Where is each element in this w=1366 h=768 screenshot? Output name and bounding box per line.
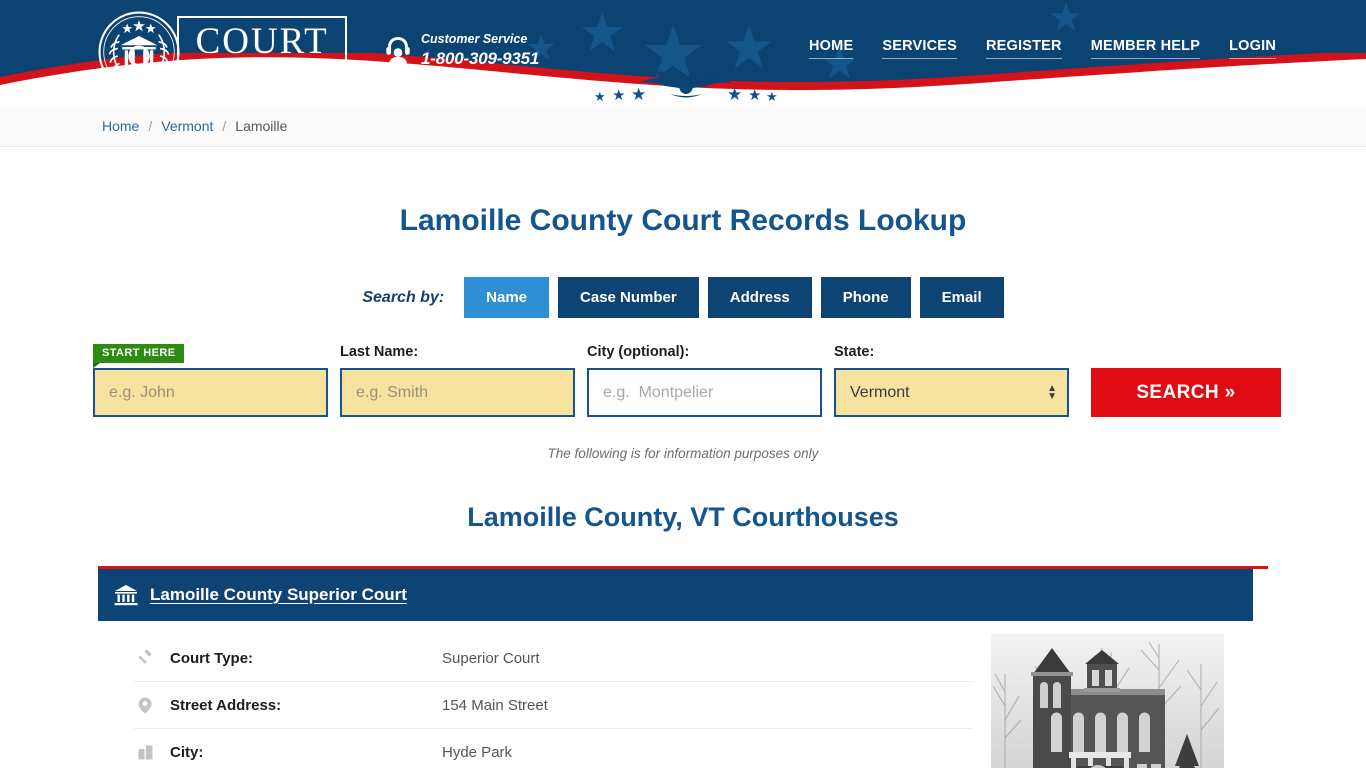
info-note: The following is for information purpose… [547, 446, 819, 461]
tab-case-number[interactable]: Case Number [558, 277, 699, 318]
breadcrumb: Home / Vermont / Lamoille [0, 105, 1366, 147]
tab-name[interactable]: Name [464, 277, 550, 318]
start-here-badge: START HERE [93, 344, 185, 368]
logo-text: COURT CASE FINDER [177, 16, 348, 88]
customer-service-block[interactable]: Customer Service 1-800-309-9351 [385, 32, 539, 69]
svg-text:★: ★ [748, 86, 761, 104]
nav-item-services[interactable]: SERVICES [882, 38, 957, 59]
breadcrumb-item-lamoille: Lamoille [235, 117, 288, 134]
detail-row: Street Address: 154 Main Street [134, 682, 973, 729]
tab-phone[interactable]: Phone [820, 277, 911, 318]
state-select-wrap: Vermont ▲ ▼ [834, 368, 1069, 417]
court-name-link[interactable]: Lamoille County Superior Court [150, 585, 407, 605]
search-by-label: Search by: [362, 288, 445, 306]
search-button[interactable]: SEARCH » [1091, 368, 1281, 417]
customer-service-label: Customer Service [421, 32, 528, 46]
city-icon [134, 745, 156, 760]
detail-key: City: [170, 743, 204, 761]
detail-key: Street Address: [170, 696, 282, 714]
court-card-body: Court Type: Superior Court Street Addres… [98, 621, 1268, 768]
state-field-group: State: Vermont ▲ ▼ [834, 344, 1069, 417]
detail-value: 154 Main Street [442, 696, 548, 714]
breadcrumb-item-home[interactable]: Home [102, 118, 139, 134]
logo-main-text: COURT [195, 21, 329, 63]
detail-value: Superior Court [442, 649, 540, 667]
svg-text:★: ★ [631, 85, 646, 105]
city-input[interactable] [587, 368, 822, 417]
site-header: ★ ★ ★ ★ ★ ★ ★ ★ ★ ★ ★ ★ COURT CASE FINDE… [0, 0, 1366, 105]
page-content: Lamoille County Court Records Lookup Sea… [0, 204, 1366, 768]
detail-key: Court Type: [170, 649, 254, 667]
decorative-star: ★ [1048, 0, 1084, 40]
last-name-input[interactable] [340, 368, 575, 417]
court-photo-column [973, 621, 1224, 768]
detail-value: Hyde Park [442, 743, 513, 761]
last-name-field-group: Last Name: [340, 344, 575, 417]
search-form-row: First Name: Last Name: City (optional): … [93, 344, 1281, 417]
customer-service-phone[interactable]: 1-800-309-9351 [421, 48, 539, 69]
svg-text:★: ★ [766, 90, 778, 105]
svg-text:★: ★ [594, 90, 606, 105]
nav-item-home[interactable]: HOME [809, 38, 854, 59]
bank-courthouse-icon [114, 585, 138, 606]
nav-item-member-help[interactable]: MEMBER HELP [1090, 38, 1201, 59]
section-title: Lamoille County, VT Courthouses [467, 502, 899, 532]
courthouse-photo [991, 634, 1224, 768]
court-card: Lamoille County Superior Court Court Typ… [98, 566, 1268, 768]
breadcrumb-separator: / [148, 117, 153, 134]
search-form: START HERE First Name: Last Name: City (… [93, 344, 1281, 417]
decorative-star: ★ [578, 3, 627, 63]
state-label: State: [834, 344, 875, 360]
nav-item-register[interactable]: REGISTER [986, 38, 1062, 59]
nav-item-login[interactable]: LOGIN [1229, 38, 1276, 59]
court-seal-icon [98, 11, 180, 93]
tab-address[interactable]: Address [707, 277, 812, 318]
page-title: Lamoille County Court Records Lookup [399, 204, 967, 237]
breadcrumb-item-vermont[interactable]: Vermont [161, 118, 213, 134]
logo-divider [195, 63, 330, 66]
first-name-input[interactable] [93, 368, 328, 417]
headset-support-icon [386, 37, 410, 66]
city-field-group: City (optional): [587, 344, 822, 417]
main-navigation: HOME SERVICES REGISTER MEMBER HELP LOGIN [809, 38, 1276, 59]
last-name-label: Last Name: [340, 344, 419, 360]
gavel-icon [134, 650, 156, 666]
court-card-header: Lamoille County Superior Court [98, 569, 1253, 621]
state-select[interactable]: Vermont [834, 368, 1069, 417]
map-pin-icon [134, 697, 156, 714]
svg-text:★: ★ [727, 85, 742, 105]
tab-email[interactable]: Email [919, 277, 1004, 318]
detail-row: City: Hyde Park [134, 729, 973, 768]
detail-row: Court Type: Superior Court [134, 635, 973, 682]
breadcrumb-separator: / [222, 117, 227, 134]
logo-sub-text: CASE FINDER [197, 67, 332, 80]
court-detail-list: Court Type: Superior Court Street Addres… [98, 621, 973, 768]
svg-text:★: ★ [612, 86, 625, 104]
search-by-tabs: Search by: Name Case Number Address Phon… [0, 277, 1366, 318]
site-logo[interactable]: COURT CASE FINDER [97, 10, 348, 94]
city-label: City (optional): [587, 344, 690, 360]
